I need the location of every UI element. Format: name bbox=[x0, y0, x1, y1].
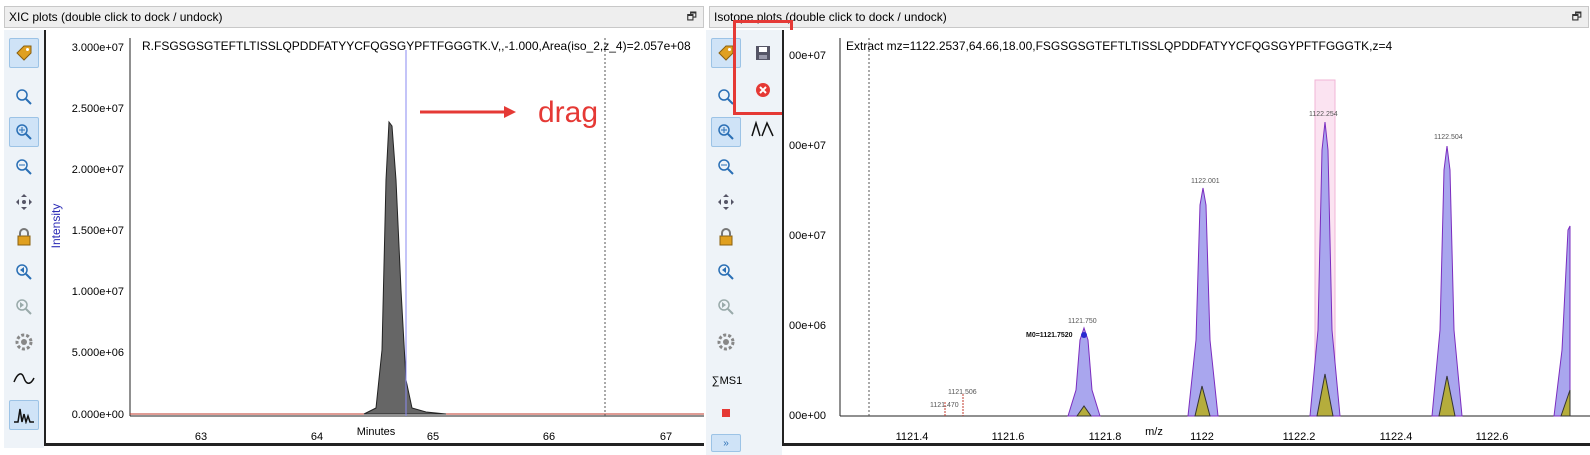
y-tick-label: 3.000e+07 bbox=[72, 42, 124, 54]
x-tick-label: 67 bbox=[660, 431, 672, 443]
lock-icon[interactable] bbox=[711, 222, 741, 252]
x-tick-label: 65 bbox=[427, 431, 439, 443]
isotope-shape-icon[interactable] bbox=[748, 114, 778, 144]
gear-icon[interactable] bbox=[9, 327, 39, 357]
peak-label: 1121.470 bbox=[930, 402, 959, 409]
xic-peak bbox=[363, 120, 447, 415]
x-tick-label: 1121.6 bbox=[992, 431, 1025, 443]
isotope-peak bbox=[1067, 326, 1101, 417]
x-tick-label: 66 bbox=[543, 431, 555, 443]
drag-arrow-head bbox=[504, 106, 516, 118]
isotope-panel-header[interactable]: Isotope plots (double click to dock / un… bbox=[709, 6, 1589, 28]
previous-icon[interactable] bbox=[711, 257, 741, 287]
restore-icon[interactable]: 🗗 bbox=[687, 7, 697, 27]
y-tick-label: 00e+07 bbox=[789, 230, 826, 242]
y-tick-label: 00e+00 bbox=[789, 410, 826, 422]
sum-ms1-button[interactable]: ∑MS1 bbox=[709, 366, 745, 396]
peak-label: 1121.506 bbox=[948, 389, 977, 396]
zoom-in-icon[interactable] bbox=[711, 117, 741, 147]
xic-plot[interactable]: R.FSGSGSGTEFTLTISSLQPDDFATYYCFQGSGYPFTFG… bbox=[44, 30, 704, 446]
xic-chart: R.FSGSGSGTEFTLTISSLQPDDFATYYCFQGSGYPFTFG… bbox=[49, 38, 704, 443]
peak-label: 1121.750 bbox=[1068, 318, 1097, 325]
y-tick-label: 5.000e+06 bbox=[72, 347, 124, 359]
gear-icon[interactable] bbox=[711, 327, 741, 357]
y-tick-label: 00e+06 bbox=[789, 320, 826, 332]
smooth-line-icon[interactable] bbox=[9, 364, 39, 394]
y-tick-label: 0.000e+00 bbox=[72, 409, 124, 421]
zoom-out-icon[interactable] bbox=[9, 152, 39, 182]
peak-label: 1122.504 bbox=[1434, 134, 1463, 141]
y-tick-label: 1.000e+07 bbox=[72, 286, 124, 298]
peak-label: 1122.001 bbox=[1191, 178, 1220, 185]
xic-panel-title: XIC plots (double click to dock / undock… bbox=[9, 10, 223, 24]
y-tick-label: 1.500e+07 bbox=[72, 225, 124, 237]
lock-icon[interactable] bbox=[9, 222, 39, 252]
next-icon[interactable] bbox=[711, 292, 741, 322]
zoom-out-icon[interactable] bbox=[711, 152, 741, 182]
y-tick-label: 00e+07 bbox=[789, 140, 826, 152]
x-tick-label: 1122.4 bbox=[1380, 431, 1413, 443]
isotope-peak bbox=[1553, 225, 1571, 417]
pan-icon[interactable] bbox=[711, 187, 741, 217]
isotope-chart: Extract mz=1122.2537,64.66,18.00,FSGSGSG… bbox=[789, 38, 1590, 443]
pan-icon[interactable] bbox=[9, 187, 39, 217]
x-axis-label: Minutes bbox=[357, 426, 396, 438]
drag-annotation: drag bbox=[538, 96, 598, 129]
isotope-plot-title: Extract mz=1122.2537,64.66,18.00,FSGSGSG… bbox=[846, 39, 1393, 53]
m0-marker bbox=[1081, 332, 1087, 338]
isotope-peak bbox=[1431, 145, 1463, 417]
x-tick-label: 1122 bbox=[1190, 431, 1214, 443]
isotope-plot[interactable]: Extract mz=1122.2537,64.66,18.00,FSGSGSG… bbox=[782, 30, 1590, 446]
x-axis-label: m/z bbox=[1145, 426, 1163, 438]
xic-toolbar bbox=[4, 30, 44, 448]
zoom-in-icon[interactable] bbox=[9, 117, 39, 147]
y-tick-label: 2.000e+07 bbox=[72, 164, 124, 176]
y-tick-label: 2.500e+07 bbox=[72, 103, 124, 115]
peak-label: 1122.254 bbox=[1309, 111, 1338, 118]
isotope-peak bbox=[1187, 187, 1219, 417]
expand-icon[interactable]: » bbox=[711, 434, 741, 452]
y-tick-label: 00e+07 bbox=[789, 50, 826, 62]
x-tick-label: 63 bbox=[195, 431, 207, 443]
xic-panel-header[interactable]: XIC plots (double click to dock / undock… bbox=[4, 6, 704, 28]
zoom-fit-icon[interactable] bbox=[9, 82, 39, 112]
y-axis-label: Intensity bbox=[49, 204, 63, 249]
x-tick-label: 64 bbox=[311, 431, 323, 443]
peaks-icon[interactable] bbox=[9, 400, 39, 430]
sum-ms1-label: ∑MS1 bbox=[711, 375, 743, 387]
m0-label: M0=1121.7520 bbox=[1026, 332, 1073, 339]
stop-icon[interactable] bbox=[711, 398, 741, 428]
restore-icon[interactable]: 🗗 bbox=[1572, 7, 1582, 27]
x-tick-label: 1121.8 bbox=[1089, 431, 1122, 443]
x-tick-label: 1122.2 bbox=[1283, 431, 1316, 443]
next-icon[interactable] bbox=[9, 292, 39, 322]
x-tick-label: 1121.4 bbox=[896, 431, 929, 443]
previous-icon[interactable] bbox=[9, 257, 39, 287]
x-tick-label: 1122.6 bbox=[1476, 431, 1509, 443]
tag-icon[interactable] bbox=[9, 38, 39, 68]
xic-plot-title: R.FSGSGSGTEFTLTISSLQPDDFATYYCFQGSGYPFTFG… bbox=[142, 39, 691, 53]
